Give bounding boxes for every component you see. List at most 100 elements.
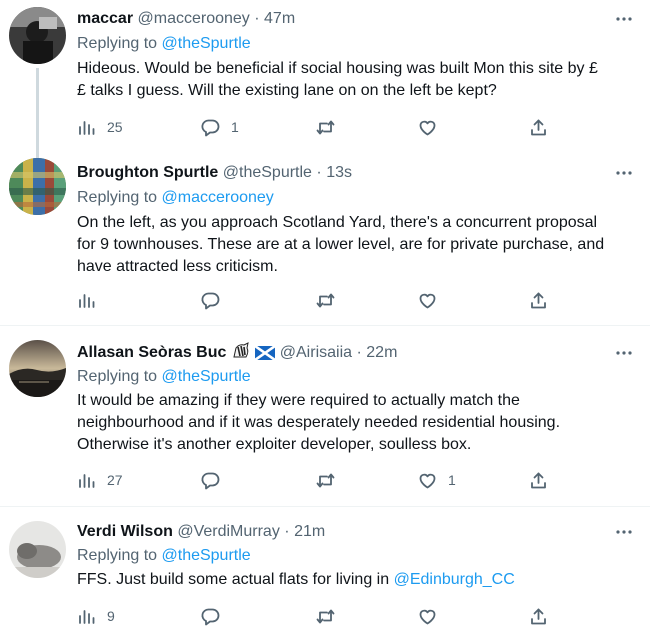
- views-bar-chart-icon: [79, 609, 95, 624]
- share-button[interactable]: [529, 469, 548, 491]
- heart-icon: [419, 120, 436, 135]
- share-button[interactable]: [529, 605, 548, 627]
- tweet-3[interactable]: Allasan Seòras Buc @Airisaiia · 22m Repl…: [0, 326, 650, 506]
- avatar[interactable]: [9, 521, 66, 578]
- tweet-text-line: Hideous. Would be beneficial if social h…: [77, 60, 598, 77]
- replying-to-label: Replying to: [77, 35, 158, 52]
- share-upload-icon: [531, 119, 546, 135]
- more-dots-icon[interactable]: [614, 521, 634, 543]
- scotland-flag-icon: [254, 344, 277, 367]
- thread-line: [36, 68, 39, 158]
- more-dots-icon[interactable]: [614, 342, 634, 364]
- tweet-text-line: have attracted less criticism.: [77, 258, 278, 275]
- like-count: 1: [448, 472, 456, 488]
- views-bar-chart-icon: [79, 293, 95, 308]
- reply-bubble-icon: [201, 119, 220, 136]
- replying-to: Replying to @theSpurtle: [77, 33, 251, 55]
- heart-icon: [419, 473, 436, 488]
- tweet-text-line: Otherwise it's another exploiter develop…: [77, 436, 472, 453]
- like-button[interactable]: [418, 116, 437, 138]
- retweet-button[interactable]: [316, 605, 335, 627]
- share-button[interactable]: [529, 289, 548, 311]
- views-button[interactable]: 27: [77, 469, 123, 491]
- tweet-text-line: £ talks I guess. Will the existing lane …: [77, 82, 497, 99]
- reply-to-link[interactable]: @theSpurtle: [162, 547, 251, 564]
- display-name[interactable]: maccar: [77, 10, 133, 27]
- handle[interactable]: @theSpurtle: [223, 164, 312, 181]
- like-button[interactable]: [418, 289, 437, 311]
- reply-button[interactable]: [201, 289, 231, 311]
- display-name[interactable]: Broughton Spurtle: [77, 164, 218, 181]
- retweet-icon: [316, 473, 335, 487]
- retweet-icon: [316, 609, 335, 623]
- tweet-2[interactable]: Broughton Spurtle @theSpurtle · 13s Repl…: [0, 150, 650, 325]
- retweet-button[interactable]: [316, 469, 335, 491]
- reply-to-link[interactable]: @theSpurtle: [162, 368, 251, 385]
- tweet-1[interactable]: maccar @maccerooney · 47m Replying to @t…: [0, 0, 650, 158]
- avatar[interactable]: [9, 340, 66, 397]
- reply-to-link[interactable]: @maccerooney: [162, 189, 274, 206]
- replying-to-label: Replying to: [77, 547, 158, 564]
- zebra-emoji-icon: [231, 342, 251, 367]
- timestamp[interactable]: 13s: [326, 164, 352, 181]
- action-bar: [77, 289, 557, 311]
- views-bar-chart-icon: [79, 120, 95, 135]
- separator: ·: [316, 164, 322, 181]
- tweet-text: Hideous. Would be beneficial if social h…: [77, 58, 633, 102]
- retweet-button[interactable]: [316, 289, 335, 311]
- tweet-4[interactable]: Verdi Wilson @VerdiMurray · 21m Replying…: [0, 507, 650, 633]
- replying-to-label: Replying to: [77, 368, 158, 385]
- more-dots-icon[interactable]: [614, 162, 634, 184]
- tweet-text: FFS. Just build some actual flats for li…: [77, 569, 633, 591]
- share-button[interactable]: [529, 116, 548, 138]
- display-name[interactable]: Verdi Wilson: [77, 523, 173, 540]
- reply-to-link[interactable]: @theSpurtle: [162, 35, 251, 52]
- display-name[interactable]: Allasan Seòras Buc: [77, 344, 226, 361]
- like-button[interactable]: 1: [418, 469, 456, 491]
- tweet-header: Broughton Spurtle @theSpurtle · 13s: [77, 162, 352, 184]
- views-count: 27: [107, 472, 123, 488]
- tweet-text-line: On the left, as you approach Scotland Ya…: [77, 214, 598, 231]
- tweet-text-line: FFS. Just build some actual flats for li…: [77, 571, 394, 588]
- mention-link[interactable]: @Edinburgh_CC: [394, 571, 515, 588]
- tweet-text-line: neighbourhood and if it was desperately …: [77, 414, 561, 431]
- tweet-text: It would be amazing if they were require…: [77, 390, 633, 456]
- like-button[interactable]: [418, 605, 437, 627]
- views-button[interactable]: [77, 289, 107, 311]
- replying-to-label: Replying to: [77, 189, 158, 206]
- tweet-header: maccar @maccerooney · 47m: [77, 8, 295, 30]
- replying-to: Replying to @maccerooney: [77, 187, 274, 209]
- retweet-button[interactable]: [316, 116, 335, 138]
- reply-button[interactable]: [201, 469, 231, 491]
- tweet-text-line: It would be amazing if they were require…: [77, 392, 520, 409]
- handle[interactable]: @Airisaiia: [280, 344, 352, 361]
- timestamp[interactable]: 22m: [366, 344, 397, 361]
- views-bar-chart-icon: [79, 473, 95, 488]
- views-button[interactable]: 25: [77, 116, 123, 138]
- reply-bubble-icon: [201, 292, 220, 309]
- reply-button[interactable]: 1: [201, 116, 239, 138]
- tweet-text: On the left, as you approach Scotland Ya…: [77, 212, 633, 278]
- share-upload-icon: [531, 472, 546, 488]
- views-button[interactable]: 9: [77, 605, 115, 627]
- heart-icon: [419, 609, 436, 624]
- timestamp[interactable]: 47m: [264, 10, 295, 27]
- more-dots-icon[interactable]: [614, 8, 634, 30]
- heart-icon: [419, 293, 436, 308]
- separator: ·: [254, 10, 260, 27]
- tweet-header: Allasan Seòras Buc @Airisaiia · 22m: [77, 342, 397, 364]
- reply-bubble-icon: [201, 608, 220, 625]
- views-count: 9: [107, 608, 115, 624]
- timestamp[interactable]: 21m: [294, 523, 325, 540]
- reply-button[interactable]: [201, 605, 231, 627]
- avatar[interactable]: [9, 7, 66, 64]
- handle[interactable]: @maccerooney: [138, 10, 250, 27]
- avatar[interactable]: [9, 158, 66, 215]
- action-bar: 25 1: [77, 116, 557, 138]
- views-count: 25: [107, 119, 123, 135]
- reply-count: 1: [231, 119, 239, 135]
- reply-bubble-icon: [201, 472, 220, 489]
- retweet-icon: [316, 120, 335, 134]
- tweet-header: Verdi Wilson @VerdiMurray · 21m: [77, 521, 325, 543]
- handle[interactable]: @VerdiMurray: [177, 523, 280, 540]
